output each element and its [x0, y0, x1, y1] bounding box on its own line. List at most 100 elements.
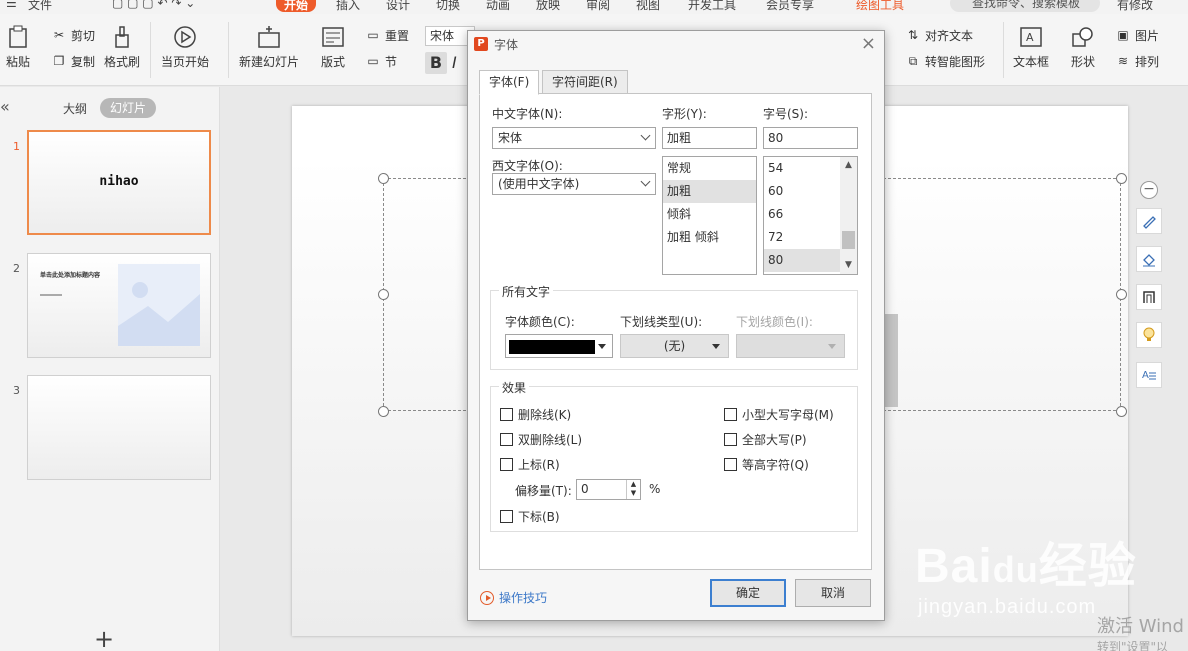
- arrange-button[interactable]: ≋ 排列: [1114, 52, 1159, 70]
- checkbox-box[interactable]: [724, 433, 737, 446]
- scroll-thumb[interactable]: [842, 231, 855, 249]
- clipboard-icon: [5, 24, 31, 50]
- collapse-panel-icon[interactable]: «: [0, 97, 10, 116]
- list-item[interactable]: 倾斜: [663, 203, 756, 226]
- align-text-button[interactable]: ⇅ 对齐文本: [904, 26, 973, 44]
- menu-home[interactable]: 开始: [276, 0, 317, 12]
- start-from-current-label: 当页开始: [161, 55, 210, 69]
- checkbox-box[interactable]: [500, 433, 513, 446]
- section-button[interactable]: ▭ 节: [364, 52, 397, 70]
- command-search-input[interactable]: 查找命令、搜索模板: [950, 0, 1100, 12]
- shape-button[interactable]: 形状: [1070, 24, 1096, 70]
- tab-slides[interactable]: 幻灯片: [100, 98, 157, 118]
- list-item[interactable]: 72: [764, 226, 840, 249]
- superscript-checkbox[interactable]: 上标(R): [500, 456, 560, 473]
- start-from-current-button[interactable]: 当页开始: [161, 24, 209, 70]
- scrollbar[interactable]: ▲ ▼: [840, 157, 857, 274]
- list-item[interactable]: 80: [764, 249, 840, 272]
- menu-drawing-tools[interactable]: 绘图工具: [856, 0, 904, 13]
- reset-button[interactable]: ▭ 重置: [364, 26, 409, 44]
- outline-icon[interactable]: [1136, 284, 1162, 310]
- new-slide-button[interactable]: 新建幻灯片: [239, 24, 299, 70]
- style-input[interactable]: 加粗: [662, 127, 757, 149]
- menu-file[interactable]: 文件: [28, 0, 52, 13]
- menu-insert[interactable]: 插入: [336, 0, 360, 13]
- strikethrough-checkbox[interactable]: 删除线(K): [500, 406, 571, 423]
- lightbulb-icon[interactable]: [1136, 322, 1162, 348]
- picture-icon: ▣: [1117, 28, 1129, 42]
- offset-spinner[interactable]: 0 ▲ ▼: [576, 479, 641, 500]
- format-painter-button[interactable]: 格式刷: [104, 24, 140, 70]
- hamburger-icon[interactable]: ☰: [6, 0, 17, 10]
- font-color-picker[interactable]: [505, 334, 613, 358]
- western-font-select[interactable]: (使用中文字体): [492, 173, 656, 195]
- tab-font[interactable]: 字体(F): [479, 70, 540, 95]
- scroll-up-icon[interactable]: ▲: [840, 157, 857, 174]
- slide-thumbnail-3[interactable]: [27, 375, 211, 480]
- scroll-down-icon[interactable]: ▼: [840, 257, 857, 274]
- checkbox-box[interactable]: [500, 458, 513, 471]
- list-item[interactable]: 加粗 倾斜: [663, 226, 756, 249]
- smart-shape-button[interactable]: ⧉ 转智能图形: [904, 52, 985, 70]
- spinner-arrows-icon[interactable]: ▲ ▼: [626, 480, 640, 499]
- list-item[interactable]: 常规: [663, 157, 756, 180]
- cut-button[interactable]: ✂ 剪切: [50, 26, 95, 44]
- style-list[interactable]: 常规 加粗 倾斜 加粗 倾斜: [662, 156, 757, 275]
- close-icon[interactable]: ×: [861, 33, 876, 54]
- underline-type-select[interactable]: (无): [620, 334, 729, 358]
- list-item[interactable]: 54: [764, 157, 840, 180]
- chinese-font-select[interactable]: 宋体: [492, 127, 656, 149]
- menu-animation[interactable]: 动画: [486, 0, 510, 13]
- text-format-icon[interactable]: A: [1136, 362, 1162, 388]
- all-caps-checkbox[interactable]: 全部大写(P): [724, 431, 807, 448]
- size-input[interactable]: 80: [763, 127, 858, 149]
- size-list[interactable]: 54 60 66 72 80 ▲ ▼: [763, 156, 858, 275]
- list-item[interactable]: 66: [764, 203, 840, 226]
- dialog-titlebar[interactable]: P 字体 ×: [468, 31, 884, 57]
- resize-handle[interactable]: [378, 289, 389, 300]
- menu-review[interactable]: 审阅: [586, 0, 610, 13]
- menu-view[interactable]: 视图: [636, 0, 660, 13]
- ok-button[interactable]: 确定: [710, 579, 786, 607]
- resize-handle[interactable]: [1116, 406, 1127, 417]
- tab-outline[interactable]: 大纲: [63, 100, 87, 117]
- add-slide-button[interactable]: +: [94, 625, 114, 651]
- tips-link[interactable]: 操作技巧: [480, 589, 547, 606]
- menu-design[interactable]: 设计: [386, 0, 410, 13]
- slide-thumbnail-1[interactable]: nihao: [27, 130, 211, 235]
- offset-label: 偏移量(T):: [515, 484, 572, 498]
- slide-thumbnail-2[interactable]: 单击此处添加标题内容: [27, 253, 211, 358]
- checkbox-box[interactable]: [724, 458, 737, 471]
- layout-button[interactable]: 版式: [320, 24, 346, 70]
- bold-button[interactable]: B: [425, 52, 447, 74]
- copy-label: 复制: [71, 54, 96, 69]
- resize-handle[interactable]: [1116, 173, 1127, 184]
- fill-bucket-icon[interactable]: [1136, 246, 1162, 272]
- resize-handle[interactable]: [1116, 289, 1127, 300]
- resize-handle[interactable]: [378, 406, 389, 417]
- save-icon[interactable]: ▢ ▢ ▢ ↶ ↷ ⌄: [112, 0, 195, 10]
- checkbox-box[interactable]: [500, 510, 513, 523]
- zoom-out-icon[interactable]: −: [1140, 181, 1158, 199]
- equalize-height-checkbox[interactable]: 等高字符(Q): [724, 456, 809, 473]
- cancel-button[interactable]: 取消: [795, 579, 871, 607]
- small-caps-checkbox[interactable]: 小型大写字母(M): [724, 406, 834, 423]
- italic-button[interactable]: I: [452, 52, 457, 74]
- resize-handle[interactable]: [378, 173, 389, 184]
- tab-character-spacing[interactable]: 字符间距(R): [542, 70, 628, 94]
- checkbox-box[interactable]: [724, 408, 737, 421]
- menu-developer[interactable]: 开发工具: [688, 0, 736, 13]
- double-strikethrough-checkbox[interactable]: 双删除线(L): [500, 431, 582, 448]
- textbox-button[interactable]: A 文本框: [1013, 24, 1049, 70]
- paste-button[interactable]: 粘贴: [5, 24, 31, 70]
- pen-icon[interactable]: [1136, 208, 1162, 234]
- subscript-checkbox[interactable]: 下标(B): [500, 508, 560, 525]
- list-item[interactable]: 60: [764, 180, 840, 203]
- menu-slideshow[interactable]: 放映: [536, 0, 560, 13]
- checkbox-box[interactable]: [500, 408, 513, 421]
- list-item[interactable]: 加粗: [663, 180, 756, 203]
- picture-button[interactable]: ▣ 图片: [1114, 26, 1159, 44]
- copy-button[interactable]: ❐ 复制: [50, 52, 95, 70]
- menu-transition[interactable]: 切换: [436, 0, 460, 13]
- menu-member[interactable]: 会员专享: [766, 0, 814, 13]
